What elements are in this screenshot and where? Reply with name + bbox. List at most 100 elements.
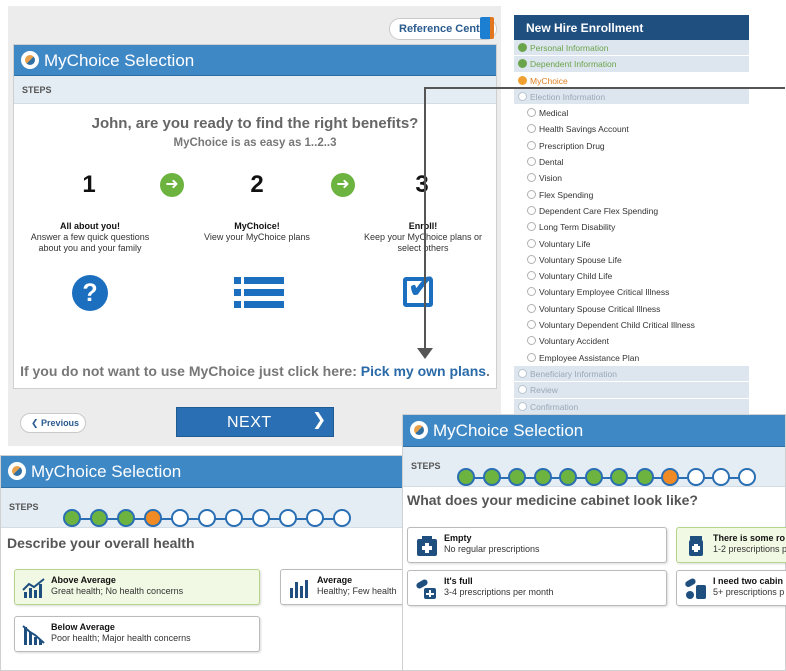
sidebar-item[interactable]: Confirmation: [514, 399, 749, 415]
step-number: 2: [250, 171, 264, 198]
pill-bottle-icon: [689, 536, 703, 556]
step-dot: [635, 468, 654, 486]
previous-button[interactable]: ❮ Previous: [20, 413, 86, 433]
sidebar-item[interactable]: Flex Spending: [514, 186, 749, 203]
sidebar-item[interactable]: Voluntary Dependent Child Critical Illne…: [514, 317, 749, 334]
step-dot: [144, 509, 162, 527]
arrow-right-icon: ➜: [331, 173, 355, 197]
option-average[interactable]: Average Healthy; Few health: [280, 569, 420, 605]
arrow-circle-icon: [518, 75, 527, 85]
checkmark-icon: ✔: [407, 268, 436, 306]
sidebar-item[interactable]: Prescription Drug: [514, 137, 749, 155]
step-dot: [252, 509, 270, 527]
step-title: All about you!: [60, 221, 120, 231]
step-dot: [279, 509, 297, 527]
sidebar-item-label: Confirmation: [530, 401, 579, 412]
step-dot: [63, 509, 81, 527]
sidebar-item-label: Dependent Care Flex Spending: [539, 205, 659, 216]
radio-icon: [527, 238, 536, 248]
sidebar-list: Personal Information Dependent Informatio…: [514, 40, 749, 415]
step-dot: [712, 468, 730, 486]
sidebar-title: New Hire Enrollment: [514, 15, 749, 40]
step-dot: [508, 468, 526, 486]
option-below-average[interactable]: Below Average Poor health; Major health …: [14, 616, 260, 652]
sidebar-item[interactable]: Voluntary Child Life: [514, 268, 749, 285]
sidebar-item[interactable]: Election Information: [514, 89, 749, 106]
step-3-description: Enroll! Keep your MyChoice plans or sele…: [358, 221, 488, 254]
sidebar-item[interactable]: Employee Assistance Plan: [514, 349, 749, 366]
step-number: 1: [82, 171, 96, 198]
radio-icon: [527, 254, 536, 264]
pills-icon: [416, 579, 436, 599]
step-dot: [686, 468, 705, 486]
step-dot: [90, 509, 108, 527]
sidebar-item-label: Voluntary Accident: [539, 336, 609, 347]
panel-header: MyChoice Selection: [14, 45, 496, 76]
radio-icon: [527, 108, 536, 118]
health-panel: MyChoice Selection STEPS Describe your o…: [0, 455, 420, 671]
step-dot: [584, 468, 603, 486]
panel-header: MyChoice Selection: [403, 415, 785, 447]
sidebar-item[interactable]: Dependent Information: [514, 56, 749, 73]
sidebar-item-label: Voluntary Life: [539, 238, 591, 249]
trend-down-icon: [22, 625, 45, 645]
sidebar-item-label: Prescription Drug: [539, 140, 605, 151]
sidebar-item[interactable]: Voluntary Accident: [514, 333, 749, 350]
sidebar-item[interactable]: Personal Information: [514, 40, 749, 57]
enrollment-sidebar: New Hire Enrollment Personal Information…: [514, 15, 749, 415]
option-empty[interactable]: Empty No regular prescriptions: [407, 527, 667, 563]
radio-icon: [527, 124, 536, 134]
step-dot: [117, 509, 135, 527]
check-circle-icon: [518, 43, 527, 52]
sidebar-item[interactable]: Long Term Disability: [514, 219, 749, 236]
step-dot: [333, 509, 351, 527]
sidebar-item-label: Dependent Information: [530, 59, 617, 70]
radio-icon: [527, 303, 536, 313]
step-dot: [610, 468, 628, 486]
health-question: Describe your overall health: [7, 535, 195, 551]
sidebar-item[interactable]: Voluntary Employee Critical Illness: [514, 284, 749, 301]
check-circle-icon: [518, 59, 527, 69]
option-two-cabinets[interactable]: I need two cabin 5+ prescriptions p: [676, 570, 786, 606]
sidebar-item[interactable]: Review: [514, 382, 749, 399]
step-dot: [171, 509, 189, 527]
sidebar-item[interactable]: Dependent Care Flex Spending: [514, 202, 749, 220]
question-icon: ?: [72, 275, 108, 311]
sidebar-item-label: Dental: [539, 157, 564, 168]
steps-label: STEPS: [411, 461, 441, 471]
pick-my-own-plans-link[interactable]: Pick my own plans: [361, 363, 486, 379]
radio-icon: [518, 385, 527, 395]
steps-label: STEPS: [9, 502, 39, 512]
sidebar-item[interactable]: Voluntary Life: [514, 235, 749, 252]
chevron-right-icon: ❯: [312, 410, 327, 429]
step-2-description: MyChoice! View your MyChoice plans: [192, 221, 322, 243]
sidebar-item[interactable]: Dental: [514, 154, 749, 171]
option-full[interactable]: It's full 3-4 prescriptions per month: [407, 570, 667, 606]
step-dot: [533, 468, 552, 486]
sidebar-item-label: Beneficiary Information: [530, 368, 617, 379]
sidebar-item[interactable]: Medical: [514, 105, 749, 122]
sidebar-item[interactable]: Beneficiary Information: [514, 366, 749, 383]
step-title: MyChoice!: [234, 221, 280, 231]
option-above-average[interactable]: Above Average Great health; No health co…: [14, 569, 260, 605]
compass-icon: [410, 421, 428, 439]
sidebar-item-label: Employee Assistance Plan: [539, 352, 640, 363]
next-button[interactable]: NEXT: [176, 407, 334, 437]
step-number: 3: [415, 171, 429, 198]
sidebar-item-label: Election Information: [530, 91, 606, 102]
sidebar-item-label: Voluntary Child Life: [539, 271, 613, 282]
sidebar-item-label: Voluntary Spouse Critical Illness: [539, 303, 661, 314]
step-dot: [661, 468, 679, 486]
step-dot: [306, 509, 324, 527]
option-some-room[interactable]: There is some ro 1-2 prescriptions p: [676, 527, 786, 563]
chevron-left-icon: ❮: [31, 418, 42, 428]
sidebar-item[interactable]: Voluntary Spouse Critical Illness: [514, 300, 749, 318]
radio-icon: [518, 91, 527, 101]
sidebar-item[interactable]: Health Savings Account: [514, 121, 749, 138]
arrow-down-icon: [417, 348, 433, 359]
step-dot: [559, 468, 577, 486]
sidebar-item[interactable]: Vision: [514, 170, 749, 187]
pills-bottle-icon: [685, 578, 706, 599]
sidebar-item[interactable]: Voluntary Spouse Life: [514, 251, 749, 269]
compass-icon: [21, 51, 39, 69]
